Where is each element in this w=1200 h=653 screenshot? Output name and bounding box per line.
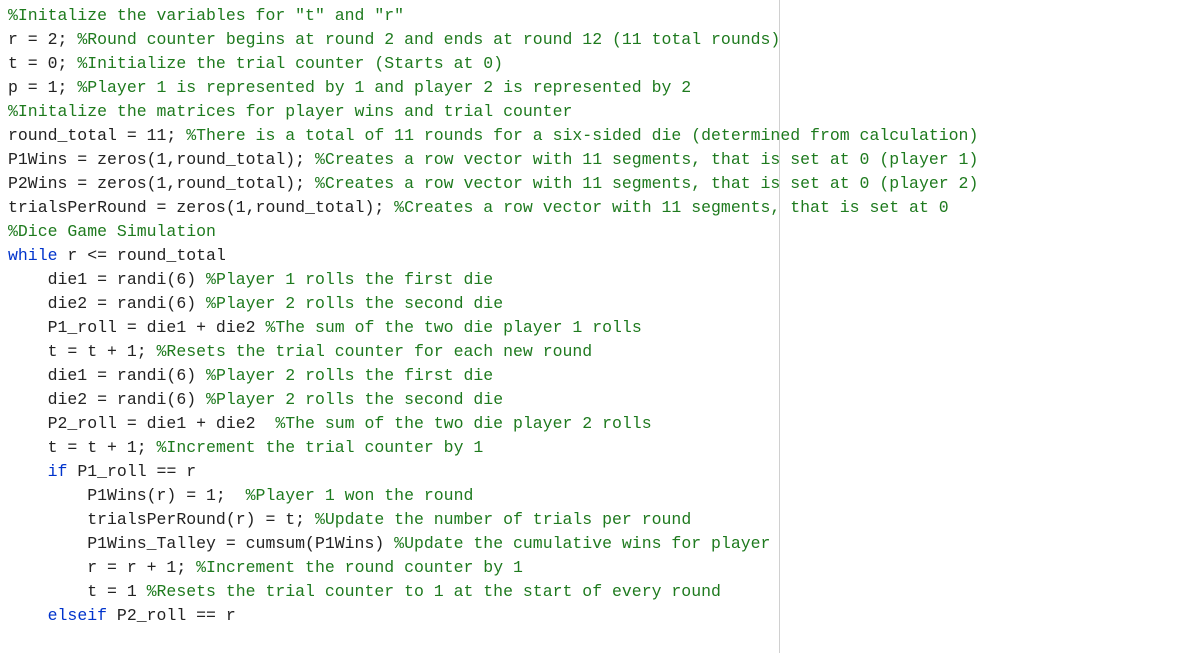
code-line[interactable]: die2 = randi(6) %Player 2 rolls the seco…	[8, 294, 503, 313]
code-token-default: t = 1	[8, 582, 147, 601]
code-line[interactable]: die1 = randi(6) %Player 2 rolls the firs…	[8, 366, 493, 385]
code-line[interactable]: P1Wins(r) = 1; %Player 1 won the round	[8, 486, 473, 505]
code-token-comment: %Player 1 rolls the first die	[206, 270, 493, 289]
code-line[interactable]: P2_roll = die1 + die2 %The sum of the tw…	[8, 414, 652, 433]
code-line[interactable]: round_total = 11; %There is a total of 1…	[8, 126, 978, 145]
code-line[interactable]: r = r + 1; %Increment the round counter …	[8, 558, 523, 577]
code-token-default: P2Wins = zeros(1,round_total);	[8, 174, 315, 193]
code-line[interactable]: %Initalize the variables for "t" and "r"	[8, 6, 404, 25]
code-token-default: P1_roll == r	[67, 462, 196, 481]
code-token-comment: %There is a total of 11 rounds for a six…	[186, 126, 978, 145]
code-token-default: P2_roll == r	[107, 606, 236, 625]
code-token-comment: %Resets the trial counter for each new r…	[157, 342, 593, 361]
code-token-keyword: elseif	[48, 606, 107, 625]
code-line[interactable]: t = 0; %Initialize the trial counter (St…	[8, 54, 503, 73]
code-token-default: round_total = 11;	[8, 126, 186, 145]
code-token-keyword: while	[8, 246, 58, 265]
code-editor[interactable]: %Initalize the variables for "t" and "r"…	[0, 0, 1200, 632]
code-line[interactable]: while r <= round_total	[8, 246, 226, 265]
code-token-comment: %Update the cumulative wins for player	[394, 534, 770, 553]
code-line[interactable]: trialsPerRound = zeros(1,round_total); %…	[8, 198, 949, 217]
code-token-default: die2 = randi(6)	[8, 294, 206, 313]
editor-ruler	[779, 0, 780, 653]
code-line[interactable]: t = t + 1; %Resets the trial counter for…	[8, 342, 592, 361]
code-token-default: t = t + 1;	[8, 342, 157, 361]
code-token-default: P1_roll = die1 + die2	[8, 318, 265, 337]
code-token-default: P1Wins = zeros(1,round_total);	[8, 150, 315, 169]
code-token-comment: %Creates a row vector with 11 segments, …	[394, 198, 949, 217]
code-token-comment: %The sum of the two die player 1 rolls	[265, 318, 641, 337]
code-line[interactable]: P2Wins = zeros(1,round_total); %Creates …	[8, 174, 978, 193]
code-token-comment: %Update the number of trials per round	[315, 510, 691, 529]
code-token-comment: %Initialize the trial counter (Starts at…	[77, 54, 503, 73]
code-token-comment: %Creates a row vector with 11 segments, …	[315, 150, 978, 169]
code-token-comment: %Initalize the matrices for player wins …	[8, 102, 572, 121]
code-token-keyword: if	[48, 462, 68, 481]
code-token-comment: %Increment the round counter by 1	[196, 558, 523, 577]
code-line[interactable]: p = 1; %Player 1 is represented by 1 and…	[8, 78, 691, 97]
code-token-default	[8, 606, 48, 625]
code-line[interactable]: %Initalize the matrices for player wins …	[8, 102, 572, 121]
code-token-default: die2 = randi(6)	[8, 390, 206, 409]
code-token-default: p = 1;	[8, 78, 77, 97]
code-token-default: r <= round_total	[58, 246, 226, 265]
code-token-default: P1Wins(r) = 1;	[8, 486, 246, 505]
code-line[interactable]: if P1_roll == r	[8, 462, 196, 481]
code-line[interactable]: P1Wins_Talley = cumsum(P1Wins) %Update t…	[8, 534, 770, 553]
code-line[interactable]: r = 2; %Round counter begins at round 2 …	[8, 30, 780, 49]
code-line[interactable]: t = t + 1; %Increment the trial counter …	[8, 438, 483, 457]
code-line[interactable]: t = 1 %Resets the trial counter to 1 at …	[8, 582, 721, 601]
code-token-comment: %Increment the trial counter by 1	[157, 438, 484, 457]
code-line[interactable]: trialsPerRound(r) = t; %Update the numbe…	[8, 510, 691, 529]
code-token-comment: %Player 2 rolls the second die	[206, 294, 503, 313]
code-token-comment: %Resets the trial counter to 1 at the st…	[147, 582, 721, 601]
code-token-comment: %Round counter begins at round 2 and end…	[77, 30, 780, 49]
code-token-default: t = 0;	[8, 54, 77, 73]
code-line[interactable]: elseif P2_roll == r	[8, 606, 236, 625]
code-token-comment: %Player 2 rolls the second die	[206, 390, 503, 409]
code-token-comment: %Initalize the variables for "t" and "r"	[8, 6, 404, 25]
code-line[interactable]: %Dice Game Simulation	[8, 222, 216, 241]
code-token-default: r = 2;	[8, 30, 77, 49]
code-line[interactable]: P1_roll = die1 + die2 %The sum of the tw…	[8, 318, 642, 337]
code-token-default	[8, 462, 48, 481]
code-token-default: r = r + 1;	[8, 558, 196, 577]
code-token-default: P2_roll = die1 + die2	[8, 414, 275, 433]
code-token-comment: %Dice Game Simulation	[8, 222, 216, 241]
code-token-comment: %Creates a row vector with 11 segments, …	[315, 174, 978, 193]
code-token-comment: %The sum of the two die player 2 rolls	[275, 414, 651, 433]
code-token-default: trialsPerRound = zeros(1,round_total);	[8, 198, 394, 217]
code-token-comment: %Player 1 is represented by 1 and player…	[77, 78, 691, 97]
code-line[interactable]: P1Wins = zeros(1,round_total); %Creates …	[8, 150, 978, 169]
code-token-comment: %Player 2 rolls the first die	[206, 366, 493, 385]
code-line[interactable]: die1 = randi(6) %Player 1 rolls the firs…	[8, 270, 493, 289]
code-line[interactable]: die2 = randi(6) %Player 2 rolls the seco…	[8, 390, 503, 409]
code-token-comment: %Player 1 won the round	[246, 486, 474, 505]
code-token-default: die1 = randi(6)	[8, 366, 206, 385]
code-token-default: trialsPerRound(r) = t;	[8, 510, 315, 529]
code-token-default: P1Wins_Talley = cumsum(P1Wins)	[8, 534, 394, 553]
code-token-default: die1 = randi(6)	[8, 270, 206, 289]
code-token-default: t = t + 1;	[8, 438, 157, 457]
